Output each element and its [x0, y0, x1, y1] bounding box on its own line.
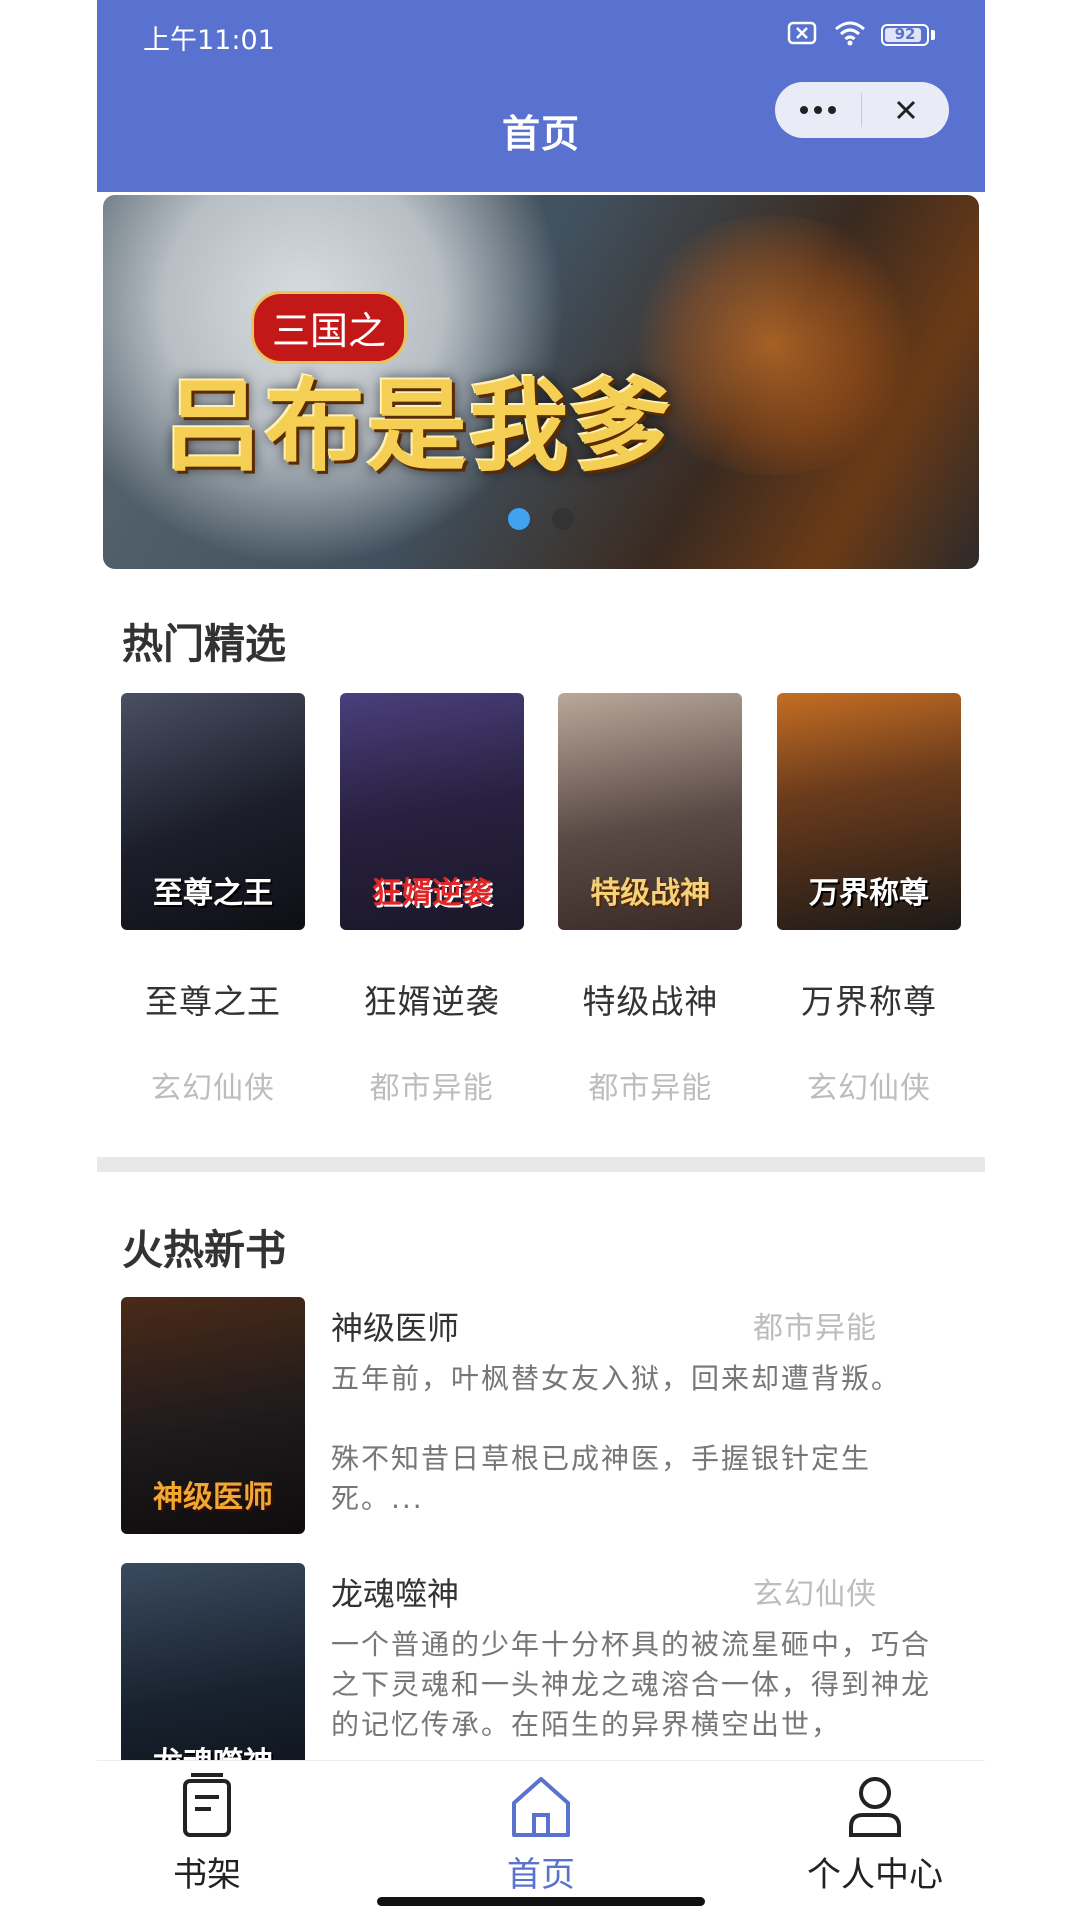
banner-carousel[interactable]: 三国之 吕布是我爹: [103, 195, 979, 569]
book-category: 都市异能: [369, 1071, 494, 1106]
hot-book-item[interactable]: 特级战神 特级战神 都市异能: [558, 693, 743, 1107]
more-dot-icon: [800, 106, 808, 114]
new-section-title: 火热新书: [122, 1226, 286, 1274]
home-indicator: [377, 1897, 705, 1906]
carousel-dot-active[interactable]: [508, 508, 530, 530]
book-name: 至尊之王: [145, 982, 281, 1021]
hot-book-item[interactable]: 狂婿逆袭 狂婿逆袭 都市异能: [339, 693, 524, 1107]
hot-section-title: 热门精选: [122, 620, 286, 668]
book-description: 五年前，叶枫替女友入狱，回来却遭背叛。 殊不知昔日草根已成神医，手握银针定生死。…: [331, 1359, 951, 1519]
tab-label: 个人中心: [807, 1855, 943, 1895]
book-category: 玄幻仙侠: [753, 1577, 877, 1612]
book-category: 都市异能: [753, 1311, 877, 1346]
user-icon: [849, 1777, 901, 1837]
tab-profile[interactable]: 个人中心: [775, 1761, 975, 1896]
book-description: 一个普通的少年十分杯具的被流星砸中，巧合之下灵魂和一头神龙之魂溶合一体，得到神龙…: [331, 1625, 951, 1745]
hot-book-item[interactable]: 至尊之王 至尊之王 玄幻仙侠: [121, 693, 305, 1107]
hot-books-grid: 至尊之王 至尊之王 玄幻仙侠 狂婿逆袭 狂婿逆袭 都市异能 特级战神 特级战神 …: [121, 693, 961, 1107]
tab-home[interactable]: 首页: [441, 1761, 641, 1896]
carousel-indicator: [103, 508, 979, 530]
description-line: 一个普通的少年十分杯具的被流星砸中，巧合之下灵魂和一头神龙之魂溶合一体，得到神龙…: [331, 1628, 932, 1741]
status-time: 上午11:01: [143, 25, 275, 56]
book-name: 特级战神: [582, 982, 719, 1021]
battery-level-text: 92: [894, 25, 916, 43]
cover-title: 万界称尊: [808, 876, 929, 911]
status-icons: 92: [787, 20, 935, 50]
book-name: 狂婿逆袭: [363, 982, 500, 1021]
tab-label: 首页: [507, 1855, 575, 1895]
book-cover: 至尊之王: [121, 693, 305, 930]
description-line: 殊不知昔日草根已成神医，手握银针定生死。...: [331, 1442, 872, 1515]
tab-bookshelf[interactable]: 书架: [107, 1761, 307, 1896]
carousel-dot[interactable]: [552, 508, 574, 530]
description-line: 五年前，叶枫替女友入狱，回来却遭背叛。: [331, 1362, 902, 1395]
tab-bar: 书架 首页 个人中心: [97, 1760, 985, 1920]
hot-book-item[interactable]: 万界称尊 万界称尊 玄幻仙侠: [776, 693, 961, 1107]
cover-title: 特级战神: [590, 876, 711, 911]
status-bar: 上午11:01 92: [97, 0, 985, 75]
book-cover: 万界称尊: [776, 693, 961, 930]
no-sim-icon: [787, 20, 819, 50]
section-divider: [97, 1157, 985, 1172]
app-frame: 上午11:01 92 首页 三国之 吕布是我爹 热门精选 至尊之王 至尊之王 玄…: [97, 0, 985, 1920]
cover-title: 神级医师: [153, 1480, 273, 1515]
book-cover: 狂婿逆袭: [339, 693, 524, 930]
close-button[interactable]: [862, 82, 949, 138]
book-category: 玄幻仙侠: [806, 1071, 931, 1106]
more-dot-icon: [828, 106, 836, 114]
close-icon: [896, 100, 915, 120]
more-button[interactable]: [775, 82, 861, 138]
home-icon: [512, 1777, 570, 1837]
tab-label: 书架: [173, 1855, 241, 1895]
book-category: 都市异能: [588, 1071, 713, 1106]
book-name: 龙魂噬神: [331, 1575, 460, 1613]
book-cover: 特级战神: [558, 693, 743, 930]
book-cover: 神级医师: [121, 1297, 305, 1534]
list-item[interactable]: 神级医师 神级医师 都市异能 五年前，叶枫替女友入狱，回来却遭背叛。 殊不知昔日…: [121, 1297, 961, 1563]
nav-bar: 首页: [97, 75, 985, 192]
book-name: 神级医师: [331, 1309, 460, 1347]
book-category: 玄幻仙侠: [151, 1071, 275, 1106]
bookshelf-icon: [183, 1773, 231, 1837]
mini-program-capsule: [775, 82, 949, 138]
cover-title: 至尊之王: [153, 876, 273, 911]
banner-title: 吕布是我爹: [163, 367, 673, 485]
battery-icon: 92: [881, 24, 935, 46]
more-dot-icon: [814, 106, 822, 114]
new-books-list: 神级医师 神级医师 都市异能 五年前，叶枫替女友入狱，回来却遭背叛。 殊不知昔日…: [121, 1297, 961, 1829]
book-name: 万界称尊: [800, 982, 937, 1021]
cover-title: 狂婿逆袭: [371, 876, 492, 911]
wifi-icon: [833, 20, 867, 50]
